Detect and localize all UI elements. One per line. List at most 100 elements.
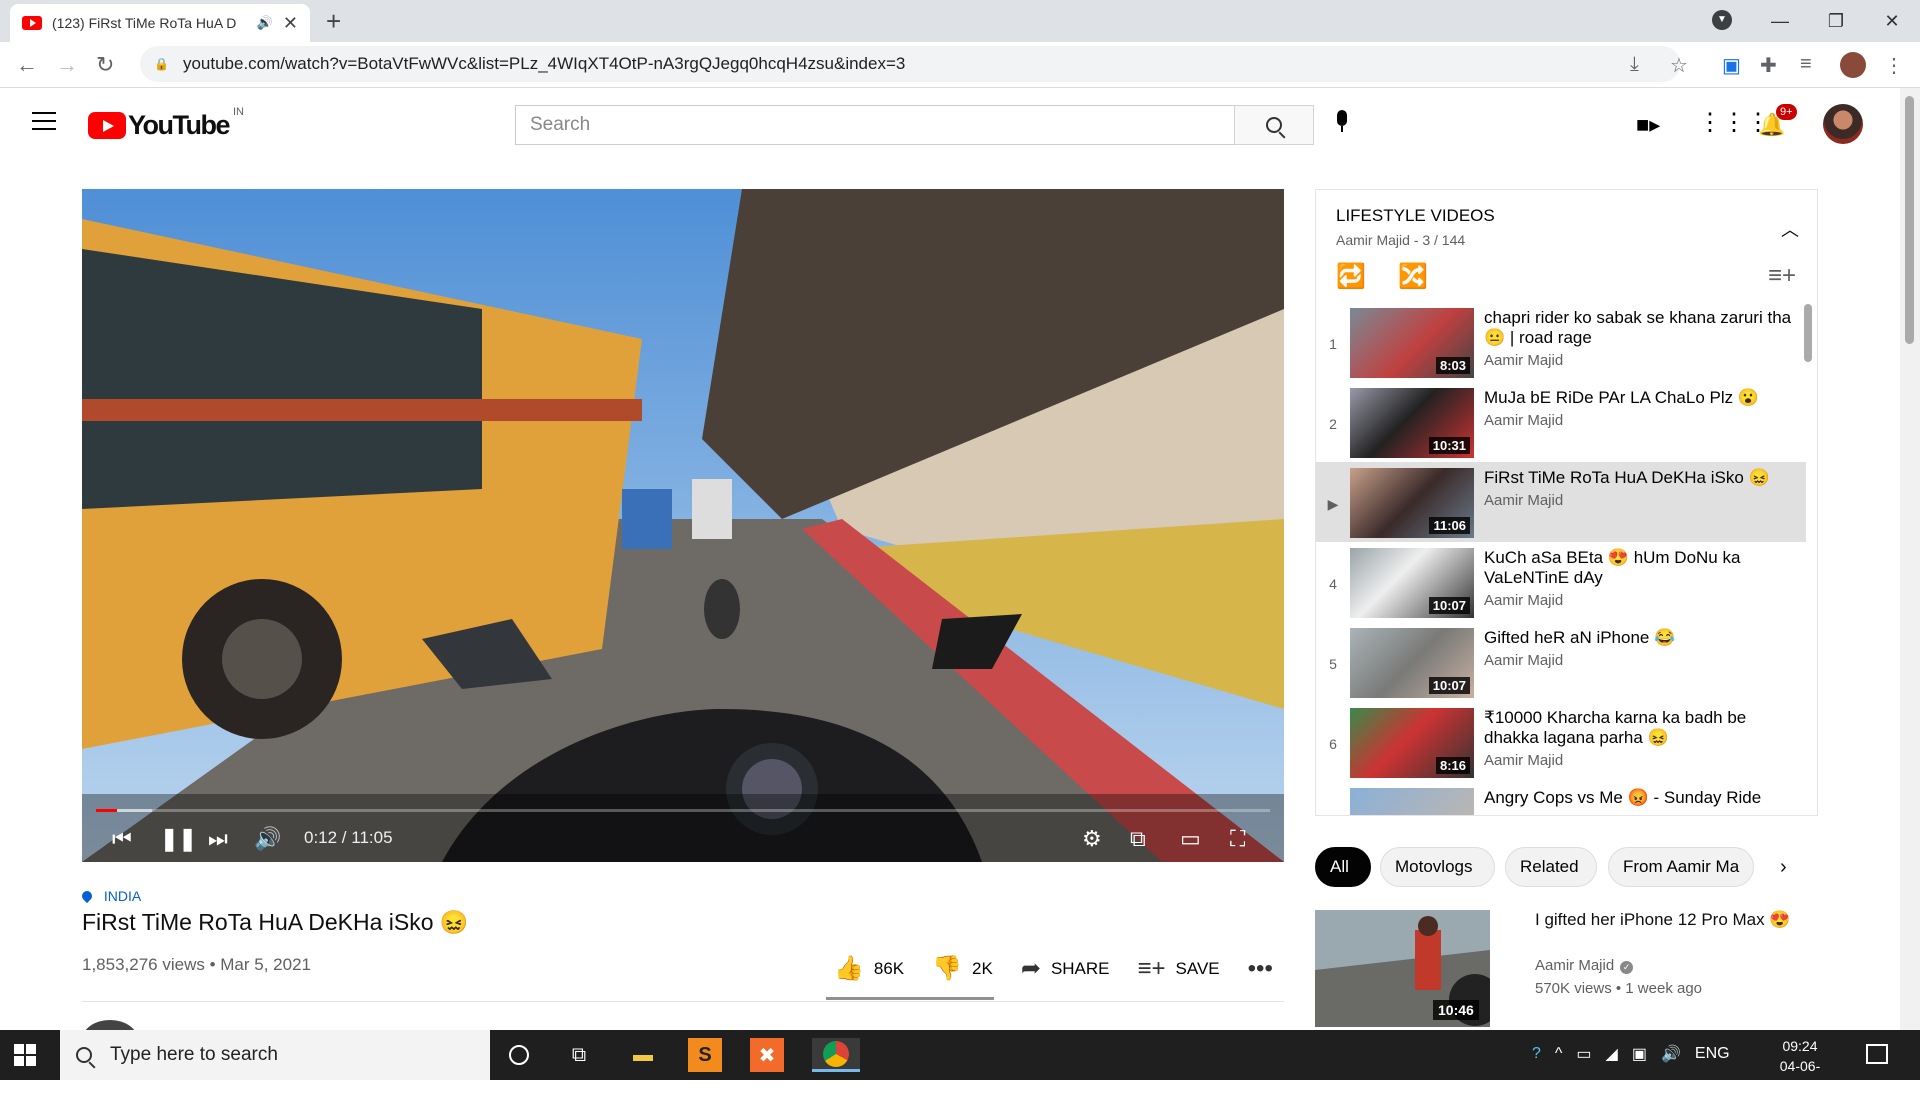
recommended-video-title[interactable]: I gifted her iPhone 12 Pro Max 😍 — [1535, 909, 1825, 930]
windows-taskbar: Type here to search ⧉ ▬ S ✖ ? ^ ▭ ◢ ▣ 🔊 … — [0, 1030, 1920, 1094]
like-count: 86K — [873, 958, 905, 978]
theater-mode-icon[interactable]: ▭ — [1180, 826, 1201, 852]
video-frame — [82, 189, 1284, 862]
cortana-icon[interactable] — [502, 1038, 536, 1072]
playlist-item[interactable]: 2 10:31 MuJa bE RiDe PAr LA ChaLo Plz 😮 … — [1316, 382, 1806, 462]
audio-playing-icon[interactable]: 🔊 — [257, 15, 273, 31]
location-text: INDIA — [103, 888, 142, 904]
new-tab-button[interactable]: + — [326, 6, 341, 37]
help-icon[interactable]: ? — [1532, 1045, 1541, 1063]
previous-video-icon[interactable]: ⏮ — [112, 826, 132, 852]
fullscreen-icon[interactable]: ⛶ — [1230, 826, 1245, 852]
miniplayer-icon[interactable]: ⧉ — [1130, 826, 1146, 852]
task-view-icon[interactable]: ⧉ — [562, 1038, 596, 1072]
media-control-icon[interactable]: ≡ — [1800, 53, 1812, 76]
video-thumbnail[interactable]: 8:03 — [1350, 308, 1474, 378]
show-hidden-icons-chevron-icon[interactable]: ^ — [1555, 1045, 1563, 1063]
taskbar-clock[interactable]: 09:24 04-06-2021 — [1765, 1036, 1835, 1096]
playlist-scrollbar[interactable] — [1804, 304, 1812, 362]
network-icon[interactable]: ◢ — [1606, 1044, 1618, 1064]
extension-icon[interactable]: ▣ — [1722, 53, 1741, 78]
playlist-item[interactable]: 4 10:07 KuCh aSa BEta 😍 hUm DoNu ka VaLe… — [1316, 542, 1806, 622]
like-button[interactable]: 👍 86K — [834, 954, 904, 983]
dislike-button[interactable]: 👎 2K — [932, 954, 993, 983]
video-location[interactable]: INDIA — [79, 888, 142, 904]
account-avatar[interactable] — [1823, 104, 1863, 144]
back-icon[interactable]: ← — [16, 52, 38, 78]
settings-gear-icon[interactable]: ⚙ — [1082, 826, 1102, 852]
shuffle-icon[interactable]: 🔀 — [1398, 262, 1428, 291]
video-thumbnail[interactable]: 8:16 — [1350, 708, 1474, 778]
video-progress-bar[interactable] — [96, 809, 1270, 812]
page-scrollbar[interactable] — [1900, 88, 1920, 1030]
playlist-item[interactable]: 5 10:07 Gifted heR aN iPhone 😂 Aamir Maj… — [1316, 622, 1806, 702]
windows-start-icon[interactable] — [14, 1044, 36, 1066]
share-button[interactable]: ➦ SHARE — [1021, 954, 1110, 983]
chevron-right-icon[interactable]: › — [1780, 856, 1787, 879]
playlist-title[interactable]: LIFESTYLE VIDEOS — [1336, 206, 1797, 226]
guide-menu-icon[interactable] — [32, 112, 56, 130]
search-button[interactable] — [1234, 105, 1314, 145]
extensions-puzzle-icon[interactable]: ✚ — [1760, 53, 1777, 78]
bookmark-star-icon[interactable]: ☆ — [1670, 53, 1688, 78]
profile-avatar[interactable] — [1840, 52, 1866, 78]
chip-motovlogs[interactable]: Motovlogs — [1380, 847, 1495, 887]
close-tab-icon[interactable]: ✕ — [283, 13, 298, 34]
xampp-icon[interactable]: ✖ — [750, 1038, 784, 1072]
playlist-item-current[interactable]: ▶ 11:06 FiRst TiMe RoTa HuA DeKHa iSko 😖… — [1316, 462, 1806, 542]
chrome-icon[interactable] — [812, 1038, 860, 1072]
speaker-icon[interactable]: 🔊 — [1661, 1044, 1681, 1064]
save-label: SAVE — [1175, 958, 1220, 978]
security-icon[interactable]: ▣ — [1632, 1044, 1647, 1064]
address-bar[interactable]: 🔒 youtube.com/watch?v=BotaVtFwWVc&list=P… — [140, 46, 1680, 82]
chip-from-channel[interactable]: From Aamir Ma — [1608, 847, 1754, 887]
playlist-item[interactable]: Angry Cops vs Me 😡 - Sunday Ride — [1316, 782, 1806, 815]
scrollbar-thumb[interactable] — [1905, 96, 1914, 344]
video-thumbnail[interactable] — [1350, 788, 1474, 815]
tab-search-icon[interactable]: ▼ — [1712, 10, 1732, 30]
thumbs-down-icon: 👎 — [932, 955, 963, 982]
notifications-icon[interactable] — [1866, 1044, 1888, 1064]
playlist-item-channel: Aamir Majid — [1484, 352, 1564, 369]
voice-search-icon[interactable] — [1335, 110, 1349, 136]
minimize-icon[interactable]: — — [1752, 11, 1808, 32]
youtube-logo[interactable]: YouTube IN — [88, 106, 244, 141]
video-thumbnail[interactable]: 10:07 — [1350, 628, 1474, 698]
volume-icon[interactable]: 🔊 — [254, 826, 281, 852]
video-player[interactable]: ⏮ ❚❚ ⏭ 🔊 0:12 / 11:05 ⚙ ⧉ ▭ ⛶ — [82, 189, 1284, 862]
install-icon[interactable]: ⤓ — [1630, 53, 1639, 76]
chip-all[interactable]: All — [1315, 847, 1371, 887]
next-video-icon[interactable]: ⏭ — [208, 826, 228, 852]
close-window-icon[interactable]: ✕ — [1864, 11, 1920, 32]
file-explorer-icon[interactable]: ▬ — [626, 1038, 660, 1072]
video-thumbnail[interactable]: 10:31 — [1350, 388, 1474, 458]
pause-icon[interactable]: ❚❚ — [160, 826, 197, 852]
playlist-item[interactable]: 1 8:03 chapri rider ko sabak se khana za… — [1316, 302, 1806, 382]
video-thumbnail[interactable]: 11:06 — [1350, 468, 1474, 538]
browser-toolbar: ← → ↻ 🔒 youtube.com/watch?v=BotaVtFwWVc&… — [0, 42, 1920, 88]
lock-icon[interactable]: 🔒 — [154, 57, 169, 71]
sublime-text-icon[interactable]: S — [688, 1038, 722, 1072]
more-actions-button[interactable]: ••• — [1248, 955, 1283, 983]
playlist-item[interactable]: 6 8:16 ₹10000 Kharcha karna ka badh be d… — [1316, 702, 1806, 782]
loop-icon[interactable]: 🔁 — [1336, 262, 1366, 291]
search-input[interactable]: Search — [515, 105, 1235, 145]
playlist-subtitle[interactable]: Aamir Majid - 3 / 144 — [1336, 232, 1797, 248]
reload-icon[interactable]: ↻ — [96, 52, 114, 78]
system-tray: ? ^ ▭ ◢ ▣ 🔊 ENG — [1532, 1044, 1730, 1064]
forward-icon[interactable]: → — [56, 52, 78, 78]
restore-icon[interactable]: ❐ — [1808, 11, 1864, 32]
video-thumbnail[interactable]: 10:07 — [1350, 548, 1474, 618]
taskbar-search-box[interactable]: Type here to search — [60, 1030, 490, 1080]
browser-tab[interactable]: (123) FiRst TiMe RoTa HuA D 🔊 ✕ — [10, 4, 310, 42]
create-video-icon[interactable]: ■▸ — [1636, 112, 1660, 138]
collapse-chevron-icon[interactable]: ︿ — [1781, 216, 1799, 242]
playlist-items: 1 8:03 chapri rider ko sabak se khana za… — [1316, 302, 1806, 815]
input-language[interactable]: ENG — [1695, 1045, 1730, 1063]
save-button[interactable]: ≡+ SAVE — [1138, 955, 1220, 983]
playlist-menu-icon[interactable]: ≡+ — [1768, 262, 1796, 290]
battery-icon[interactable]: ▭ — [1576, 1044, 1591, 1064]
recommended-channel[interactable]: Aamir Majid ✓ — [1535, 957, 1634, 974]
browser-menu-icon[interactable]: ⋮ — [1884, 53, 1904, 78]
chip-related[interactable]: Related — [1505, 847, 1597, 887]
